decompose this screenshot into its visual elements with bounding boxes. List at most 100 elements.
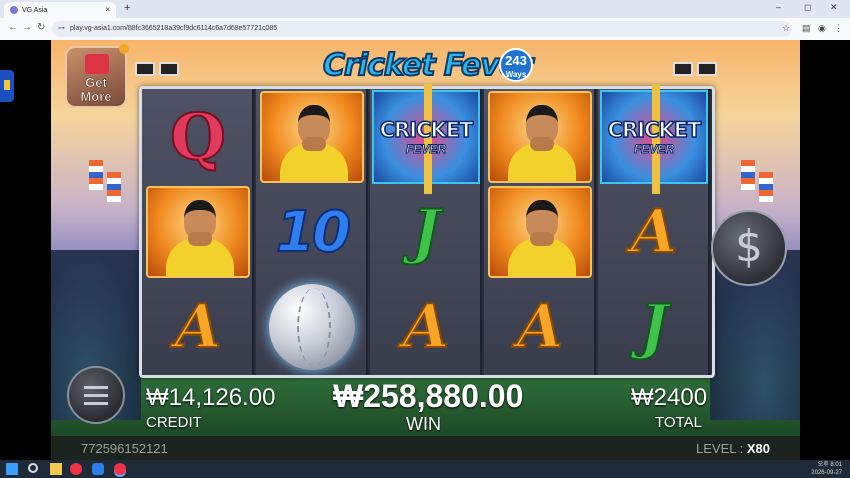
ways-label: Ways [505, 70, 527, 79]
wild-text-line2: FEVER [633, 142, 674, 157]
game-canvas[interactable]: Get More Cricket Fever 243 Ways Q A 10 CRIC… [51, 40, 800, 460]
floodlight-icon [135, 62, 155, 76]
dollar-icon: $ [735, 221, 763, 272]
credit-label: CREDIT [146, 414, 202, 431]
hud: ₩14,126.00 CREDIT ₩258,880.00 WIN ₩2400 … [51, 378, 800, 436]
browser-tab[interactable]: VG Asia × [4, 2, 116, 18]
flag-decoration [741, 160, 755, 190]
total-bet-label: TOTAL [655, 414, 702, 431]
profile-icon[interactable]: ◉ [818, 23, 826, 34]
reel-grid: Q A 10 CRICKET FEVER J A A CRICKET FEVER A J [139, 84, 715, 378]
file-explorer-icon[interactable] [50, 463, 62, 475]
get-more-label-line2: More [80, 89, 112, 104]
forward-button[interactable]: → [22, 22, 32, 33]
reel-cell [486, 90, 594, 184]
card-symbol-10: 10 [275, 199, 352, 266]
get-more-button[interactable]: Get More [65, 44, 129, 108]
credit-value: ₩14,126.00 [146, 384, 276, 411]
reel-cell: J [600, 280, 708, 374]
wild-text-line1: CRICKET [379, 117, 474, 143]
app-icon[interactable] [92, 463, 104, 475]
site-info-icon[interactable]: ⊶ [58, 21, 65, 37]
reel-cell: A [486, 280, 594, 374]
tab-strip: VG Asia × + – ◻ ✕ [0, 0, 850, 18]
flag-decoration [759, 172, 773, 202]
bookmark-star-icon[interactable]: ☆ [782, 23, 790, 34]
reel-cell [144, 185, 252, 279]
card-symbol-a: A [516, 291, 565, 363]
chrome-icon[interactable] [70, 463, 82, 475]
card-symbol-a: A [174, 291, 223, 363]
wild-text-line2: FEVER [405, 142, 446, 157]
level-value: X80 [746, 441, 770, 456]
media-icon[interactable]: ▤ [802, 23, 811, 34]
reel-cell [258, 90, 366, 184]
win-value: ₩258,880.00 [333, 378, 524, 414]
reel-cell: 10 [258, 185, 366, 279]
wild-symbol-icon: CRICKET FEVER [600, 84, 708, 194]
reel-column: CRICKET FEVER J A [370, 84, 482, 375]
reel-cell: CRICKET FEVER [372, 84, 480, 194]
session-id: 772596152121 [81, 441, 168, 456]
cricketer-symbol-icon [146, 186, 250, 278]
card-symbol-q: Q [169, 99, 227, 176]
back-button[interactable]: ← [8, 22, 18, 33]
win-label: WIN [406, 414, 441, 434]
site-favicon-icon [10, 6, 18, 14]
level-indicator: LEVEL : X80 [696, 441, 770, 456]
cricketer-symbol-icon [488, 91, 592, 183]
reel-column: A [484, 89, 596, 375]
get-more-label-line1: Get [85, 75, 107, 90]
level-label: LEVEL : [696, 441, 747, 456]
reel-column: QA [142, 89, 254, 375]
card-symbol-j: J [639, 291, 669, 363]
browser-toolbar: ← → ↻ ⊶ play.vg-asia1.com/88fc3665218a39… [0, 18, 850, 40]
cricket-ball-symbol-icon [269, 284, 355, 370]
reel-cell [258, 280, 366, 374]
tab-close-icon[interactable]: × [105, 5, 110, 14]
flag-decoration [89, 160, 103, 190]
browser-chrome: VG Asia × + – ◻ ✕ ← → ↻ ⊶ play.vg-asia1.… [0, 0, 850, 40]
game-logo: Cricket Fever 243 Ways [322, 42, 535, 88]
maximize-button[interactable]: ◻ [804, 2, 811, 13]
ways-badge: 243 Ways [499, 48, 533, 82]
clock-time: 오후 8:01 [817, 462, 842, 468]
os-taskbar: 오후 8:01 2026-09-27 [0, 460, 850, 478]
spin-button[interactable]: $ [711, 210, 787, 286]
extension-sidebar-tab-icon[interactable] [0, 70, 14, 102]
card-symbol-j: J [411, 196, 441, 268]
flag-decoration [107, 172, 121, 202]
cricketer-symbol-icon [488, 186, 592, 278]
reload-button[interactable]: ↻ [37, 22, 45, 33]
reel-cell: Q [144, 90, 252, 184]
card-symbol-a: A [402, 291, 451, 363]
system-tray-clock[interactable]: 오후 8:01 2026-09-27 [811, 461, 842, 477]
reel-cell: A [144, 280, 252, 374]
wild-text-line1: CRICKET [607, 117, 702, 143]
reel-cell [486, 185, 594, 279]
reel-cell: A [372, 280, 480, 374]
reel-cell: CRICKET FEVER [600, 84, 708, 194]
minimize-button[interactable]: – [776, 2, 781, 12]
tab-title: VG Asia [22, 6, 48, 14]
menu-kebab-icon[interactable]: ⋮ [834, 23, 843, 34]
cricketer-symbol-icon [260, 91, 364, 183]
notification-dot [119, 44, 129, 54]
reel-column: CRICKET FEVER A J [598, 84, 710, 375]
floodlight-icon [697, 62, 717, 76]
card-symbol-a: A [630, 196, 679, 268]
url-text: play.vg-asia1.com/88fc3665218a39cf9dc611… [70, 25, 278, 32]
floodlight-icon [673, 62, 693, 76]
wild-symbol-icon: CRICKET FEVER [372, 84, 480, 194]
status-bar: 772596152121 LEVEL : X80 [51, 436, 800, 460]
gift-icon [85, 54, 109, 74]
ways-count: 243 [505, 53, 527, 68]
windows-start-icon[interactable] [6, 463, 18, 475]
floodlight-icon [159, 62, 179, 76]
chrome-active-icon[interactable] [114, 463, 126, 475]
clock-date: 2026-09-27 [811, 470, 842, 476]
new-tab-button[interactable]: + [124, 2, 130, 14]
close-window-button[interactable]: ✕ [830, 2, 838, 13]
search-icon[interactable] [28, 463, 38, 473]
address-bar[interactable]: ⊶ play.vg-asia1.com/88fc3665218a39cf9dc6… [52, 21, 792, 37]
